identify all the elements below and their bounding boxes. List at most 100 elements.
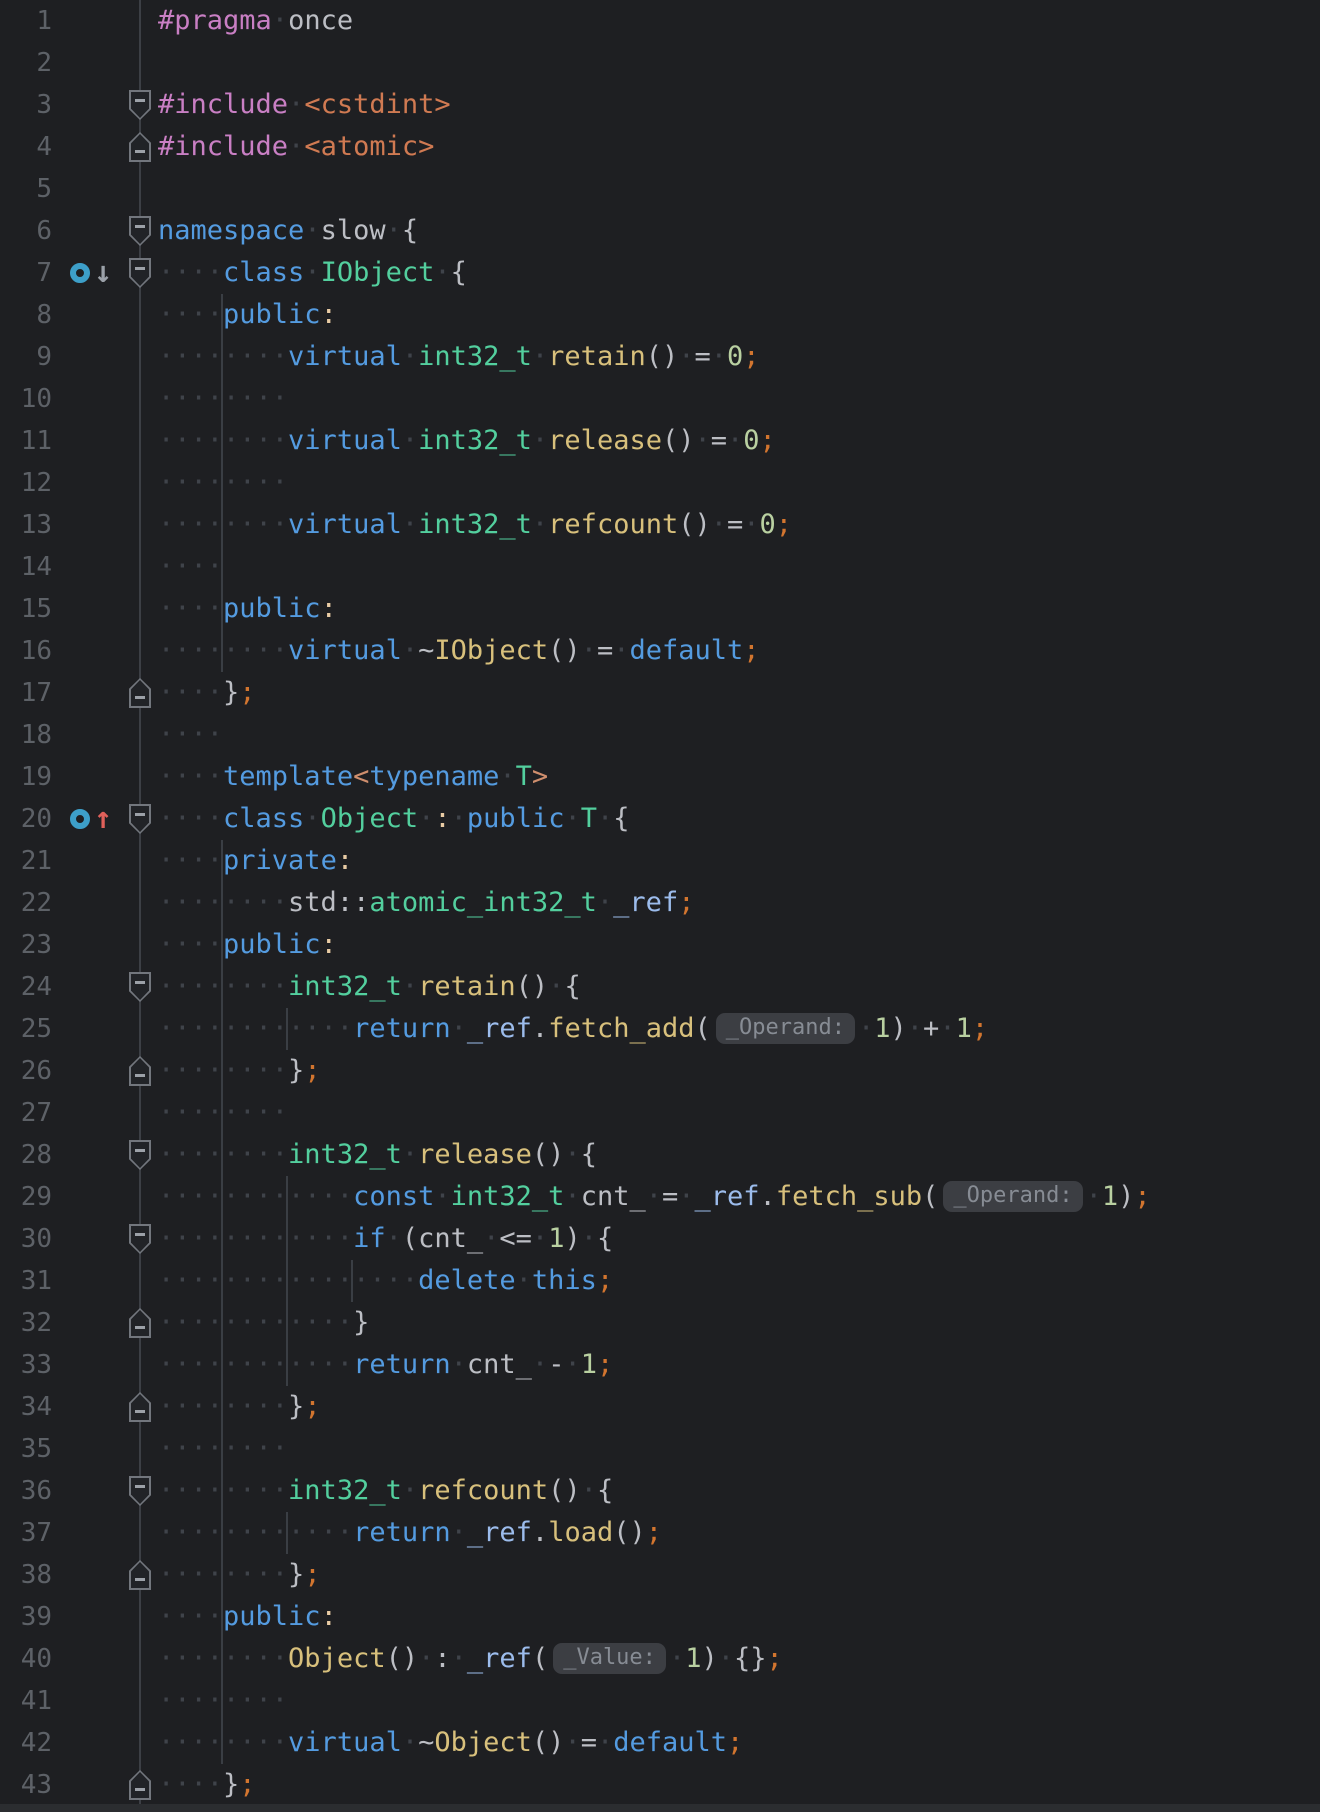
line-number: 35 bbox=[20, 1434, 52, 1464]
whitespace-dots: · bbox=[857, 1013, 875, 1044]
code-line-23: 23 ····public: bbox=[0, 924, 1320, 966]
whitespace-dots: · bbox=[1085, 1181, 1102, 1212]
line-number: 5 bbox=[36, 174, 52, 204]
code-line-15: 15 ····public: bbox=[0, 588, 1320, 630]
line-number: 19 bbox=[20, 762, 52, 792]
code-line-34: 34 ········}; bbox=[0, 1386, 1320, 1428]
code-text: ····public: bbox=[158, 299, 337, 330]
fold-marker-icon[interactable] bbox=[129, 1056, 151, 1086]
fold-marker-icon[interactable] bbox=[129, 804, 151, 834]
line-number: 8 bbox=[36, 300, 52, 330]
whitespace-dots: · bbox=[694, 425, 711, 456]
fold-marker-icon[interactable] bbox=[129, 1224, 151, 1254]
inlay-hint[interactable]: _Operand: bbox=[943, 1181, 1083, 1212]
fold-marker-icon[interactable] bbox=[129, 1392, 151, 1422]
indent-guide bbox=[351, 1260, 354, 1302]
has-implementations-icon[interactable] bbox=[70, 263, 90, 283]
code-text: ········}; bbox=[158, 1386, 321, 1428]
line-number: 6 bbox=[36, 216, 52, 246]
fold-marker-icon[interactable] bbox=[129, 1308, 151, 1338]
whitespace-dots: · bbox=[668, 1643, 686, 1674]
line-number: 25 bbox=[20, 1014, 52, 1044]
line-number: 13 bbox=[20, 510, 52, 540]
code-editor: 1 #pragma·once 2 3 #include·<cstdint> 4 #inclu… bbox=[0, 0, 1320, 1812]
line-number: 28 bbox=[20, 1140, 52, 1170]
fold-marker-icon[interactable] bbox=[129, 90, 151, 120]
inlay-hint[interactable]: _Operand: bbox=[715, 1013, 855, 1044]
whitespace-dots: · bbox=[597, 803, 614, 834]
fold-marker-icon[interactable] bbox=[129, 1770, 151, 1800]
code-line-22: 22 ········std::atomic_int32_t·_ref; bbox=[0, 882, 1320, 924]
indent-guide bbox=[221, 294, 224, 672]
code-text: ········std::atomic_int32_t·_ref; bbox=[158, 882, 694, 924]
line-number: 29 bbox=[20, 1182, 52, 1212]
code-text: ············return·cnt_·-·1; bbox=[158, 1349, 614, 1380]
code-line-41: 41········ bbox=[0, 1680, 1320, 1722]
whitespace-dots: · bbox=[434, 1181, 451, 1212]
whitespace-dots: · bbox=[580, 1475, 597, 1506]
fold-marker-icon[interactable] bbox=[129, 216, 151, 246]
fold-marker-icon[interactable] bbox=[129, 1140, 151, 1170]
inlay-hint[interactable]: _Value: bbox=[553, 1643, 666, 1674]
fold-marker-icon[interactable] bbox=[129, 1476, 151, 1506]
whitespace-dots: · bbox=[304, 215, 321, 246]
code-text: ················delete·this; bbox=[158, 1260, 613, 1302]
code-line-11: 11········virtual·int32_t·release()·=·0; bbox=[0, 420, 1320, 462]
indent-guide bbox=[221, 840, 224, 1764]
whitespace-dots: · bbox=[450, 803, 467, 834]
whitespace-dots: · bbox=[580, 635, 597, 666]
code-line-19: 19 ····template<typename·T> bbox=[0, 756, 1320, 798]
whitespace-dots: · bbox=[531, 509, 549, 540]
code-line-32: 32 ············} bbox=[0, 1302, 1320, 1344]
line-number: 31 bbox=[20, 1266, 52, 1296]
line-number: 24 bbox=[20, 972, 52, 1002]
whitespace-dots: ···· bbox=[158, 845, 224, 876]
whitespace-dots: · bbox=[450, 1013, 467, 1044]
line-number: 16 bbox=[20, 636, 52, 666]
line-number: 21 bbox=[20, 846, 52, 876]
code-line-9: 9········virtual·int32_t·retain()·=·0; bbox=[0, 336, 1320, 378]
line-number: 23 bbox=[20, 930, 52, 960]
whitespace-dots: · bbox=[645, 1181, 662, 1212]
line-number: 41 bbox=[20, 1686, 52, 1716]
fold-marker-icon[interactable] bbox=[129, 1560, 151, 1590]
code-text: ············if·(cnt_·<=·1)·{ bbox=[158, 1223, 614, 1254]
code-line-16: 16········virtual·~IObject()·=·default; bbox=[0, 630, 1320, 672]
fold-marker-icon[interactable] bbox=[129, 258, 151, 288]
line-number: 42 bbox=[20, 1728, 52, 1758]
whitespace-dots: · bbox=[580, 1223, 597, 1254]
code-text: ····}; bbox=[158, 677, 256, 708]
code-text: ····template<typename·T> bbox=[158, 761, 549, 792]
whitespace-dots: · bbox=[531, 1349, 549, 1380]
whitespace-dots: · bbox=[939, 1013, 956, 1044]
whitespace-dots: · bbox=[548, 971, 565, 1002]
code-line-30: 30 ············if·(cnt_·<=·1)·{ bbox=[0, 1218, 1320, 1260]
line-number: 15 bbox=[20, 594, 52, 624]
line-number: 39 bbox=[20, 1602, 52, 1632]
whitespace-dots: · bbox=[401, 1727, 419, 1758]
fold-marker-icon[interactable] bbox=[129, 678, 151, 708]
indent-guide bbox=[286, 1176, 289, 1386]
indent-guide bbox=[286, 1512, 289, 1554]
code-text: ····private: bbox=[158, 845, 354, 876]
whitespace-dots: · bbox=[743, 509, 760, 540]
code-line-7: 7 ↓ ····class·IObject·{ bbox=[0, 252, 1320, 294]
whitespace-dots: · bbox=[678, 1181, 695, 1212]
whitespace-dots: · bbox=[304, 803, 321, 834]
arrow-down-icon[interactable]: ↓ bbox=[91, 252, 115, 294]
code-line-1: 1 #pragma·once bbox=[0, 0, 1320, 42]
fold-marker-icon[interactable] bbox=[129, 972, 151, 1002]
whitespace-dots: · bbox=[401, 341, 419, 372]
arrow-up-icon[interactable]: ↑ bbox=[91, 798, 115, 840]
overrides-icon[interactable] bbox=[70, 809, 90, 829]
line-number: 27 bbox=[20, 1098, 52, 1128]
code-text: ········Object()·:·_ref(_Value:·1)·{}; bbox=[158, 1638, 783, 1680]
code-text: ········virtual·~Object()·=·default; bbox=[158, 1722, 743, 1764]
fold-marker-icon[interactable] bbox=[129, 132, 151, 162]
line-number: 7 bbox=[36, 258, 52, 288]
code-text: ········}; bbox=[158, 1050, 321, 1092]
whitespace-dots: · bbox=[401, 971, 419, 1002]
whitespace-dots: · bbox=[385, 215, 402, 246]
whitespace-dots: · bbox=[710, 509, 727, 540]
code-line-39: 39 ····public: bbox=[0, 1596, 1320, 1638]
